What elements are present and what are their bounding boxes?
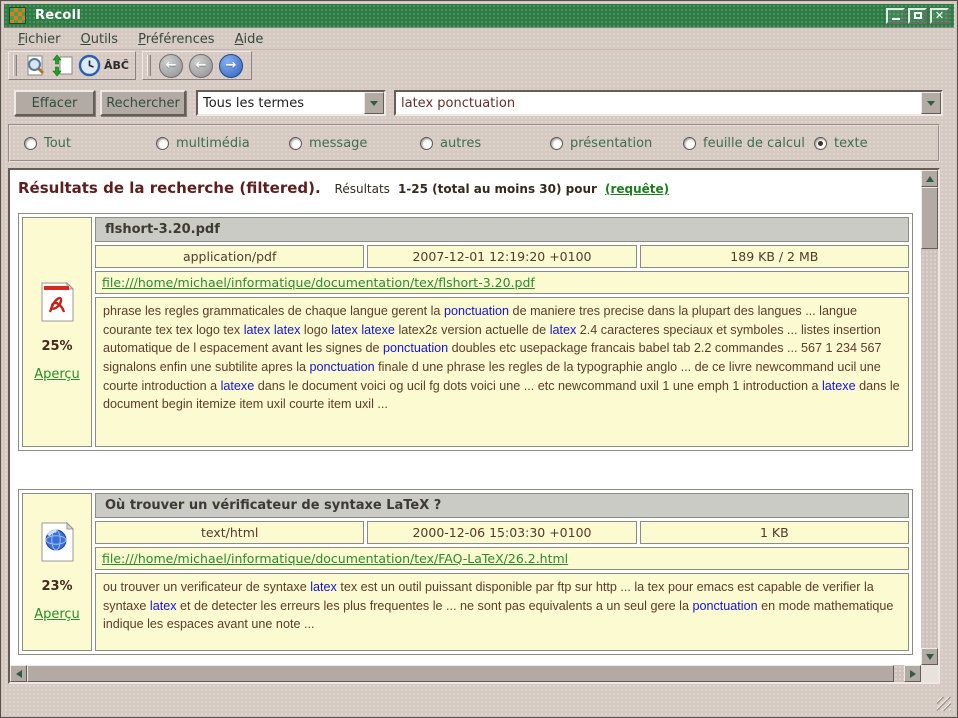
result-row-1: 25% Aperçu flshort-3.20.pdf application/… bbox=[18, 213, 913, 451]
snippet-text: phrase les regles grammaticales de chaqu… bbox=[95, 297, 909, 447]
menu-outils[interactable]: Outils bbox=[72, 31, 128, 48]
menu-fichier[interactable]: Fichier bbox=[9, 31, 70, 48]
radio-icon bbox=[683, 137, 696, 150]
results-title: Résultats de la recherche (filtered). bbox=[18, 179, 321, 197]
filter-radio-tout[interactable]: Tout bbox=[24, 136, 71, 151]
doc-size: 1 KB bbox=[640, 521, 909, 544]
close-icon: ✕ bbox=[935, 10, 944, 21]
window-titlebar: Recoll ✕ bbox=[4, 4, 954, 27]
toolbar: ÂBĈ ← ← → bbox=[8, 51, 252, 80]
search-mode-dropdown-button[interactable] bbox=[364, 92, 384, 114]
chevron-down-icon bbox=[927, 101, 935, 106]
filter-radio-feuille-de-calcul[interactable]: feuille de calcul bbox=[683, 136, 805, 151]
category-filterbar: Tout multimédia message autres présentat… bbox=[8, 124, 940, 162]
scroll-down-button[interactable] bbox=[921, 648, 938, 665]
relevance-percent: 25% bbox=[41, 339, 72, 354]
search-mode-select[interactable]: Tous les termes bbox=[196, 90, 386, 116]
next-page-icon: → bbox=[226, 59, 237, 72]
doc-url-link[interactable]: file:///home/michael/informatique/docume… bbox=[102, 275, 535, 290]
mime-type: text/html bbox=[95, 521, 364, 544]
radio-icon bbox=[289, 137, 302, 150]
filter-radio-texte[interactable]: texte bbox=[814, 136, 868, 151]
clear-button[interactable]: Effacer bbox=[14, 90, 95, 116]
search-query-combo bbox=[394, 90, 943, 116]
menu-aide[interactable]: Aide bbox=[226, 31, 273, 48]
results-range: 1-25 (total au moins 30) pour bbox=[398, 182, 597, 196]
chevron-down-icon bbox=[370, 101, 378, 106]
first-page-button[interactable]: ← bbox=[159, 54, 183, 78]
query-link[interactable]: (requête) bbox=[605, 182, 669, 196]
relevance-percent: 23% bbox=[41, 579, 72, 594]
search-history-dropdown-button[interactable] bbox=[921, 92, 941, 114]
preview-link[interactable]: Aperçu bbox=[34, 367, 80, 382]
preview-link[interactable]: Aperçu bbox=[34, 607, 80, 622]
filter-radio-autres[interactable]: autres bbox=[420, 136, 481, 151]
results-summary: Résultats de la recherche (filtered). Ré… bbox=[18, 179, 917, 197]
triangle-left-icon bbox=[16, 670, 22, 678]
doc-size: 189 KB / 2 MB bbox=[640, 245, 909, 268]
radio-icon bbox=[24, 137, 37, 150]
pdf-icon[interactable] bbox=[40, 282, 74, 326]
vertical-scrollbar[interactable] bbox=[921, 170, 938, 665]
doc-url-link[interactable]: file:///home/michael/informatique/docume… bbox=[102, 551, 568, 566]
result-title[interactable]: Où trouver un vérificateur de syntaxe La… bbox=[95, 493, 909, 518]
result-title[interactable]: flshort-3.20.pdf bbox=[95, 217, 909, 242]
result-2-side: 23% Aperçu bbox=[22, 493, 92, 651]
term-explorer-icon[interactable]: ÂBĈ bbox=[104, 53, 129, 78]
doc-date: 2007-12-01 12:19:20 +0100 bbox=[367, 245, 636, 268]
triangle-up-icon bbox=[926, 176, 934, 182]
status-bar bbox=[4, 686, 954, 714]
recoll-app-icon bbox=[9, 7, 26, 24]
toolbar-handle[interactable] bbox=[147, 55, 151, 76]
menu-preferences[interactable]: Préférences bbox=[129, 31, 223, 48]
result-1-side: 25% Aperçu bbox=[22, 217, 92, 447]
search-button[interactable]: Rechercher bbox=[100, 90, 186, 116]
sort-results-icon[interactable] bbox=[50, 53, 75, 78]
recoll-window: { "window": { "title": "Recoll", "contro… bbox=[0, 0, 958, 718]
toolbar-group-main: ÂBĈ bbox=[8, 51, 136, 80]
search-input[interactable] bbox=[396, 95, 921, 112]
search-mode-value: Tous les termes bbox=[198, 96, 304, 111]
history-clock-icon[interactable] bbox=[77, 53, 102, 78]
triangle-right-icon bbox=[910, 670, 916, 678]
radio-icon bbox=[814, 137, 827, 150]
first-page-icon: ← bbox=[166, 59, 177, 72]
scrollbar-corner bbox=[921, 665, 938, 682]
toolbar-group-nav: ← ← → bbox=[142, 51, 252, 80]
filter-radio-presentation[interactable]: présentation bbox=[550, 136, 652, 151]
filter-radio-message[interactable]: message bbox=[289, 136, 367, 151]
scroll-up-button[interactable] bbox=[921, 170, 938, 187]
mime-type: application/pdf bbox=[95, 245, 364, 268]
toolbar-handle[interactable] bbox=[13, 55, 17, 76]
menubar: Fichier Outils Préférences Aide bbox=[5, 29, 953, 50]
scroll-left-button[interactable] bbox=[10, 665, 27, 682]
radio-icon bbox=[420, 137, 433, 150]
filter-radio-multimedia[interactable]: multimédia bbox=[156, 136, 250, 151]
window-title: Recoll bbox=[35, 8, 81, 23]
previous-page-button[interactable]: ← bbox=[189, 54, 213, 78]
triangle-down-icon bbox=[926, 654, 934, 660]
radio-icon bbox=[550, 137, 563, 150]
scroll-right-button[interactable] bbox=[904, 665, 921, 682]
maximize-button[interactable] bbox=[908, 8, 927, 24]
radio-icon bbox=[156, 137, 169, 150]
doc-date: 2000-12-06 15:03:30 +0100 bbox=[367, 521, 636, 544]
resize-grip[interactable] bbox=[937, 697, 951, 711]
previous-page-icon: ← bbox=[196, 59, 207, 72]
horizontal-scrollbar-thumb[interactable] bbox=[27, 665, 894, 682]
horizontal-scrollbar[interactable] bbox=[10, 665, 921, 682]
snippet-text: ou trouver un verificateur de syntaxe la… bbox=[95, 573, 909, 651]
maximize-icon bbox=[914, 12, 922, 19]
minimize-button[interactable] bbox=[886, 8, 905, 24]
results-panel: Résultats de la recherche (filtered). Ré… bbox=[8, 168, 940, 684]
next-page-button[interactable]: → bbox=[219, 54, 243, 78]
close-button[interactable]: ✕ bbox=[930, 8, 949, 24]
vertical-scrollbar-thumb[interactable] bbox=[921, 187, 938, 249]
window-controls: ✕ bbox=[886, 8, 949, 24]
result-row-2: 23% Aperçu Où trouver un vérificateur de… bbox=[18, 489, 913, 655]
results-content: Résultats de la recherche (filtered). Ré… bbox=[10, 170, 921, 665]
document-preview-icon[interactable] bbox=[23, 53, 48, 78]
minimize-icon bbox=[892, 18, 900, 20]
html-globe-icon[interactable] bbox=[40, 522, 74, 566]
